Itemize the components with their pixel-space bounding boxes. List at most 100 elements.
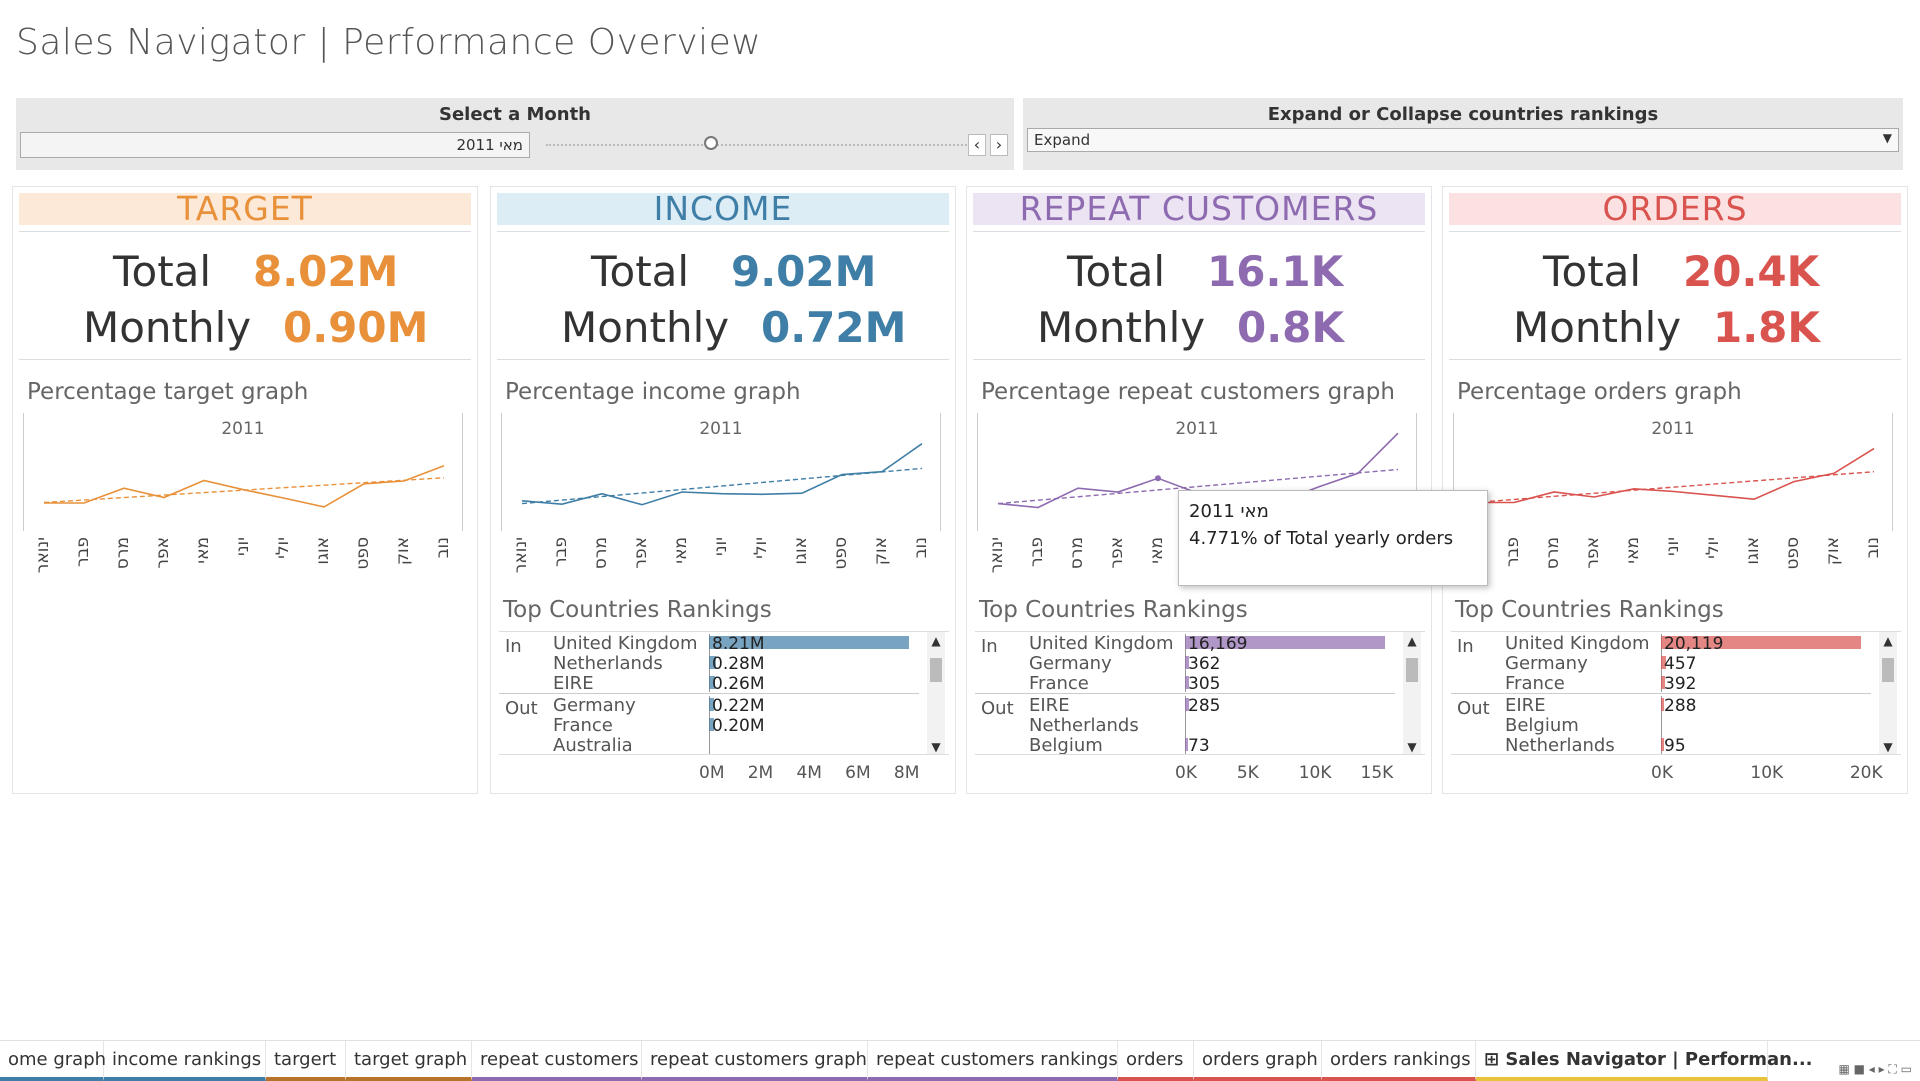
tab-3[interactable]: target graph <box>346 1041 472 1081</box>
orders-header: ORDERS <box>1449 193 1901 225</box>
scroll-up-icon[interactable]: ▲ <box>1879 634 1897 648</box>
rank-value: 0.26M <box>712 676 765 692</box>
scroll-thumb[interactable] <box>930 658 942 682</box>
orders-rankings-scrollbar[interactable]: ▲▼ <box>1879 632 1897 755</box>
target-header: TARGET <box>19 193 471 225</box>
repeat-total-label: Total <box>1067 247 1165 296</box>
expand-filter: Expand or Collapse countries rankings Ex… <box>1023 98 1903 170</box>
country-name: Belgium <box>1029 736 1103 755</box>
rank-group-label: Out <box>1457 698 1490 719</box>
tab-5[interactable]: repeat customers graph <box>642 1041 868 1081</box>
axis-tick-label: 10K <box>1299 763 1332 783</box>
tab-navigation-controls[interactable]: ▦ ■ ◂ ▸ ⛶ ▭ <box>1838 1062 1912 1077</box>
month-tick-label: מאי <box>1623 537 1643 564</box>
tab-6[interactable]: repeat customers rankings <box>868 1041 1118 1081</box>
rank-value: 362 <box>1188 656 1220 672</box>
target-monthly-value: 0.90M <box>283 303 428 352</box>
scroll-down-icon[interactable]: ▼ <box>927 740 945 754</box>
axis-tick-label: 2M <box>748 763 773 783</box>
month-tick-label: פבר <box>1503 537 1523 567</box>
income-graph-title: Percentage income graph <box>505 379 801 405</box>
target-monthly-label: Monthly <box>83 303 251 352</box>
rank-value: 8.21M <box>712 636 765 652</box>
tab-1[interactable]: income rankings <box>104 1041 266 1081</box>
orders-line-chart[interactable]: 2011 <box>1453 413 1893 531</box>
scroll-down-icon[interactable]: ▼ <box>1879 740 1897 754</box>
tab-2[interactable]: targert <box>266 1041 346 1081</box>
tab-8[interactable]: orders graph <box>1194 1041 1322 1081</box>
orders-series-line[interactable] <box>1474 449 1874 503</box>
income-month-axis: ינוארפברמרסאפרמאייונייוליאוגוספטאוקנוב <box>501 537 941 585</box>
scroll-down-icon[interactable]: ▼ <box>1403 740 1421 754</box>
repeat-point-4[interactable] <box>1155 475 1161 481</box>
tab-label: repeat customers graph <box>650 1049 867 1070</box>
month-slider-handle[interactable] <box>704 136 718 150</box>
axis-tick-label: 4M <box>796 763 821 783</box>
month-slider-track[interactable] <box>546 144 986 146</box>
repeat-rankings-title: Top Countries Rankings <box>979 597 1248 623</box>
divider <box>19 359 471 360</box>
month-filter-label: Select a Month <box>16 104 1014 125</box>
tab-label: repeat customers <box>480 1049 639 1070</box>
scroll-thumb[interactable] <box>1406 658 1418 682</box>
expand-dropdown[interactable]: Expand ▼ <box>1027 128 1899 152</box>
expand-dropdown-value: Expand <box>1034 131 1090 149</box>
tab-9[interactable]: orders rankings <box>1322 1041 1476 1081</box>
orders-monthly-value: 1.8K <box>1713 303 1820 352</box>
axis-tick-label: 6M <box>845 763 870 783</box>
rank-value: 73 <box>1188 738 1210 754</box>
repeat-header: REPEAT CUSTOMERS <box>973 193 1425 225</box>
rank-value: 0.28M <box>712 656 765 672</box>
rank-value: 0.22M <box>712 698 765 714</box>
month-tick-label: נוב <box>433 537 453 558</box>
tab-7[interactable]: orders <box>1118 1041 1194 1081</box>
axis-tick-label: 15K <box>1361 763 1394 783</box>
scroll-up-icon[interactable]: ▲ <box>1403 634 1421 648</box>
target-line-chart[interactable]: 2011 <box>23 413 463 531</box>
tab-10[interactable]: ⊞ Sales Navigator | Performan... <box>1476 1041 1768 1081</box>
chevron-down-icon[interactable]: ▼ <box>1883 131 1892 145</box>
income-monthly-value: 0.72M <box>761 303 906 352</box>
month-filter: Select a Month מאי 2011 ‹ › <box>16 98 1014 170</box>
repeat-rankings-table[interactable]: InUnited Kingdom16,169Germany362France30… <box>975 631 1425 755</box>
repeat-rank-axis: 0K5K10K15K <box>975 763 1425 785</box>
scroll-up-icon[interactable]: ▲ <box>927 634 945 648</box>
tooltip-date: מאי 2011 <box>1189 501 1477 522</box>
income-total-label: Total <box>591 247 689 296</box>
orders-card: ORDERSTotal20.4KMonthly1.8KPercentage or… <box>1442 186 1908 794</box>
month-tick-label: מרס <box>591 537 611 569</box>
month-tick-label: פבר <box>551 537 571 567</box>
orders-rank-axis: 0K10K20K <box>1451 763 1901 785</box>
axis-tick-label: 0K <box>1651 763 1673 783</box>
month-tick-label: ספט <box>1783 537 1803 570</box>
repeat-rankings-scrollbar[interactable]: ▲▼ <box>1403 632 1421 755</box>
rank-value: 457 <box>1664 656 1696 672</box>
income-rankings-table[interactable]: InUnited Kingdom8.21MNetherlands0.28MEIR… <box>499 631 949 755</box>
tab-4[interactable]: repeat customers <box>472 1041 642 1081</box>
income-series-line[interactable] <box>522 444 922 505</box>
axis-tick-label: 10K <box>1750 763 1783 783</box>
income-line-chart[interactable]: 2011 <box>501 413 941 531</box>
tab-label: targert <box>274 1049 336 1070</box>
chevron-right-icon[interactable]: › <box>990 134 1008 156</box>
month-tick-label: אוק <box>393 537 413 565</box>
orders-rankings-table[interactable]: InUnited Kingdom20,119Germany457France39… <box>1451 631 1901 755</box>
month-tick-label: פבר <box>73 537 93 567</box>
orders-total-label: Total <box>1543 247 1641 296</box>
target-series-line[interactable] <box>44 466 444 507</box>
income-rankings-scrollbar[interactable]: ▲▼ <box>927 632 945 755</box>
income-rank-axis: 0M2M4M6M8M <box>499 763 949 785</box>
rank-group-label: Out <box>981 698 1014 719</box>
rank-group-label: In <box>1457 636 1474 657</box>
chevron-left-icon[interactable]: ‹ <box>968 134 986 156</box>
rank-group-label: In <box>505 636 522 657</box>
axis-tick-label: 8M <box>894 763 919 783</box>
tab-0[interactable]: ome graph <box>0 1041 104 1081</box>
month-tick-label: אוק <box>1823 537 1843 565</box>
country-name: United Kingdom <box>1029 634 1173 654</box>
income-card: INCOMETotal9.02MMonthly0.72MPercentage i… <box>490 186 956 794</box>
month-input[interactable]: מאי 2011 <box>20 132 530 158</box>
income-line-svg <box>502 413 942 531</box>
month-tick-label: ספט <box>831 537 851 570</box>
scroll-thumb[interactable] <box>1882 658 1894 682</box>
